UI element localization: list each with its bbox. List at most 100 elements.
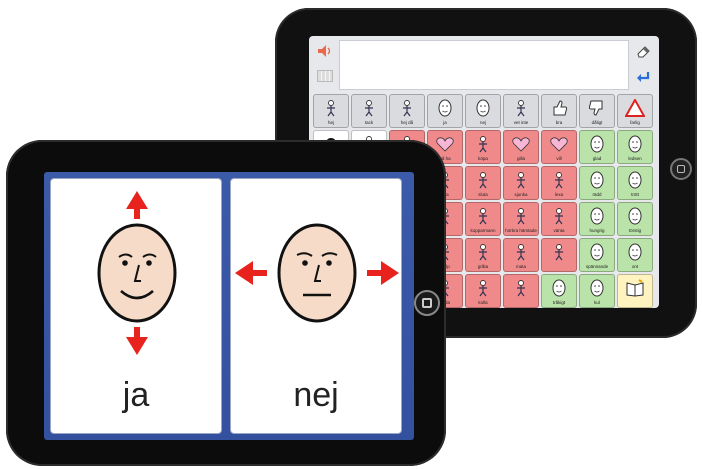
symbol-cell[interactable]: kul <box>579 274 615 308</box>
symbol-cell[interactable]: ont <box>617 238 653 272</box>
symbol-label: vänta <box>553 227 565 233</box>
music-icon <box>511 171 531 189</box>
book-icon <box>625 279 645 297</box>
person-action-icon <box>511 279 531 297</box>
symbol-cell[interactable]: trött <box>617 166 653 200</box>
thumbs-down-icon <box>587 99 607 117</box>
eraser-icon[interactable] <box>635 44 651 58</box>
symbol-label: farlig <box>630 119 640 125</box>
symbol-cell[interactable]: mata <box>503 238 539 272</box>
back-tablet-home-button[interactable] <box>670 158 692 180</box>
yes-card[interactable]: ja <box>50 178 222 434</box>
board-icon <box>473 207 493 225</box>
shopping-icon <box>473 135 493 153</box>
happy-face-icon <box>587 135 607 153</box>
symbol-cell[interactable] <box>541 238 577 272</box>
symbol-cell[interactable]: kolla <box>465 274 501 308</box>
symbol-cell[interactable]: kopparmann <box>465 202 501 236</box>
symbol-label: spännande <box>585 263 609 269</box>
symbol-cell[interactable]: köpa <box>465 130 501 164</box>
scared-face-icon <box>587 171 607 189</box>
symbol-label: sjunka <box>514 191 528 197</box>
heart-want-icon <box>549 135 569 153</box>
symbol-cell[interactable]: vill <box>541 130 577 164</box>
wait-icon <box>549 207 569 225</box>
symbol-label: dåligt <box>591 119 603 125</box>
hungry-face-icon <box>587 207 607 225</box>
symbol-label: ont <box>631 263 639 269</box>
message-bar <box>313 40 655 90</box>
tv-icon <box>473 279 493 297</box>
symbol-cell[interactable]: sluta <box>465 166 501 200</box>
symbol-label: ledsen <box>628 155 642 161</box>
symbol-cell[interactable]: farlig <box>617 94 653 128</box>
symbol-cell[interactable]: nej <box>465 94 501 128</box>
symbol-cell[interactable]: vänta <box>541 202 577 236</box>
symbol-cell[interactable]: hungrig <box>579 202 615 236</box>
symbol-cell[interactable]: ja <box>427 94 463 128</box>
symbol-cell[interactable]: hörbra hämtade <box>503 202 539 236</box>
symbol-cell[interactable]: ledsen <box>617 130 653 164</box>
symbol-cell[interactable] <box>617 274 653 308</box>
message-bar-right <box>631 40 655 90</box>
arrow-up-icon <box>126 191 148 219</box>
front-tablet: ja nej <box>6 140 446 466</box>
speaker-icon[interactable] <box>317 44 333 58</box>
symbol-label: rädd <box>592 191 602 197</box>
keyboard-icon[interactable] <box>317 70 333 82</box>
symbol-cell[interactable]: gilla <box>503 130 539 164</box>
no-word: nej <box>293 376 339 414</box>
symbol-label: glad <box>592 155 602 161</box>
symbol-cell[interactable]: tack <box>351 94 387 128</box>
thumbs-up-icon <box>549 99 569 117</box>
message-field[interactable] <box>339 40 629 90</box>
symbol-label: hungrig <box>589 227 605 233</box>
symbol-cell[interactable]: spännande <box>579 238 615 272</box>
symbol-cell[interactable]: sjunka <box>503 166 539 200</box>
front-tablet-home-button[interactable] <box>414 290 440 316</box>
message-bar-left <box>313 40 337 90</box>
symbol-label: tråkigt <box>552 299 566 305</box>
symbol-label: kul <box>594 299 600 305</box>
symbol-label: lexa <box>554 191 564 197</box>
no-face-icon <box>235 223 399 323</box>
cry-icon <box>473 243 493 261</box>
symbol-cell[interactable]: tråkigt <box>541 274 577 308</box>
symbol-label: törstig <box>628 227 642 233</box>
symbol-label: tack <box>364 119 374 125</box>
symbol-cell[interactable]: dåligt <box>579 94 615 128</box>
enter-icon[interactable] <box>635 70 651 84</box>
symbol-label: köpa <box>478 155 488 161</box>
symbol-cell[interactable]: glad <box>579 130 615 164</box>
hurt-face-icon <box>625 243 645 261</box>
symbol-row: hej tack hej då ja nej vet inte bra dåligt farli… <box>313 94 655 128</box>
tired-face-icon <box>625 171 645 189</box>
symbol-cell[interactable] <box>503 274 539 308</box>
symbol-label: gråta <box>477 263 489 269</box>
sad-face-icon <box>625 135 645 153</box>
warning-triangle-icon <box>624 97 646 117</box>
thanking-person-icon <box>359 99 379 117</box>
symbol-cell[interactable]: lexa <box>541 166 577 200</box>
fetch-icon <box>511 207 531 225</box>
yes-face-icon <box>435 99 455 117</box>
symbol-cell[interactable]: rädd <box>579 166 615 200</box>
symbol-cell[interactable]: törstig <box>617 202 653 236</box>
symbol-cell[interactable]: vet inte <box>503 94 539 128</box>
person-action-icon <box>549 243 569 261</box>
symbol-label: kolla <box>478 299 488 305</box>
bored-face-icon <box>549 279 569 297</box>
symbol-label: mata <box>515 263 526 269</box>
symbol-label: sluta <box>478 191 488 197</box>
shrug-person-icon <box>511 99 531 117</box>
symbol-cell[interactable]: hej <box>313 94 349 128</box>
symbol-label: hörbra hämtade <box>505 227 537 233</box>
symbol-cell[interactable]: hej då <box>389 94 425 128</box>
symbol-cell[interactable]: gråta <box>465 238 501 272</box>
symbol-label: hej då <box>400 119 414 125</box>
symbol-label: vill <box>556 155 562 161</box>
heart-person-icon <box>435 135 455 153</box>
excited-face-icon <box>587 243 607 261</box>
symbol-cell[interactable]: bra <box>541 94 577 128</box>
no-card[interactable]: nej <box>230 178 402 434</box>
